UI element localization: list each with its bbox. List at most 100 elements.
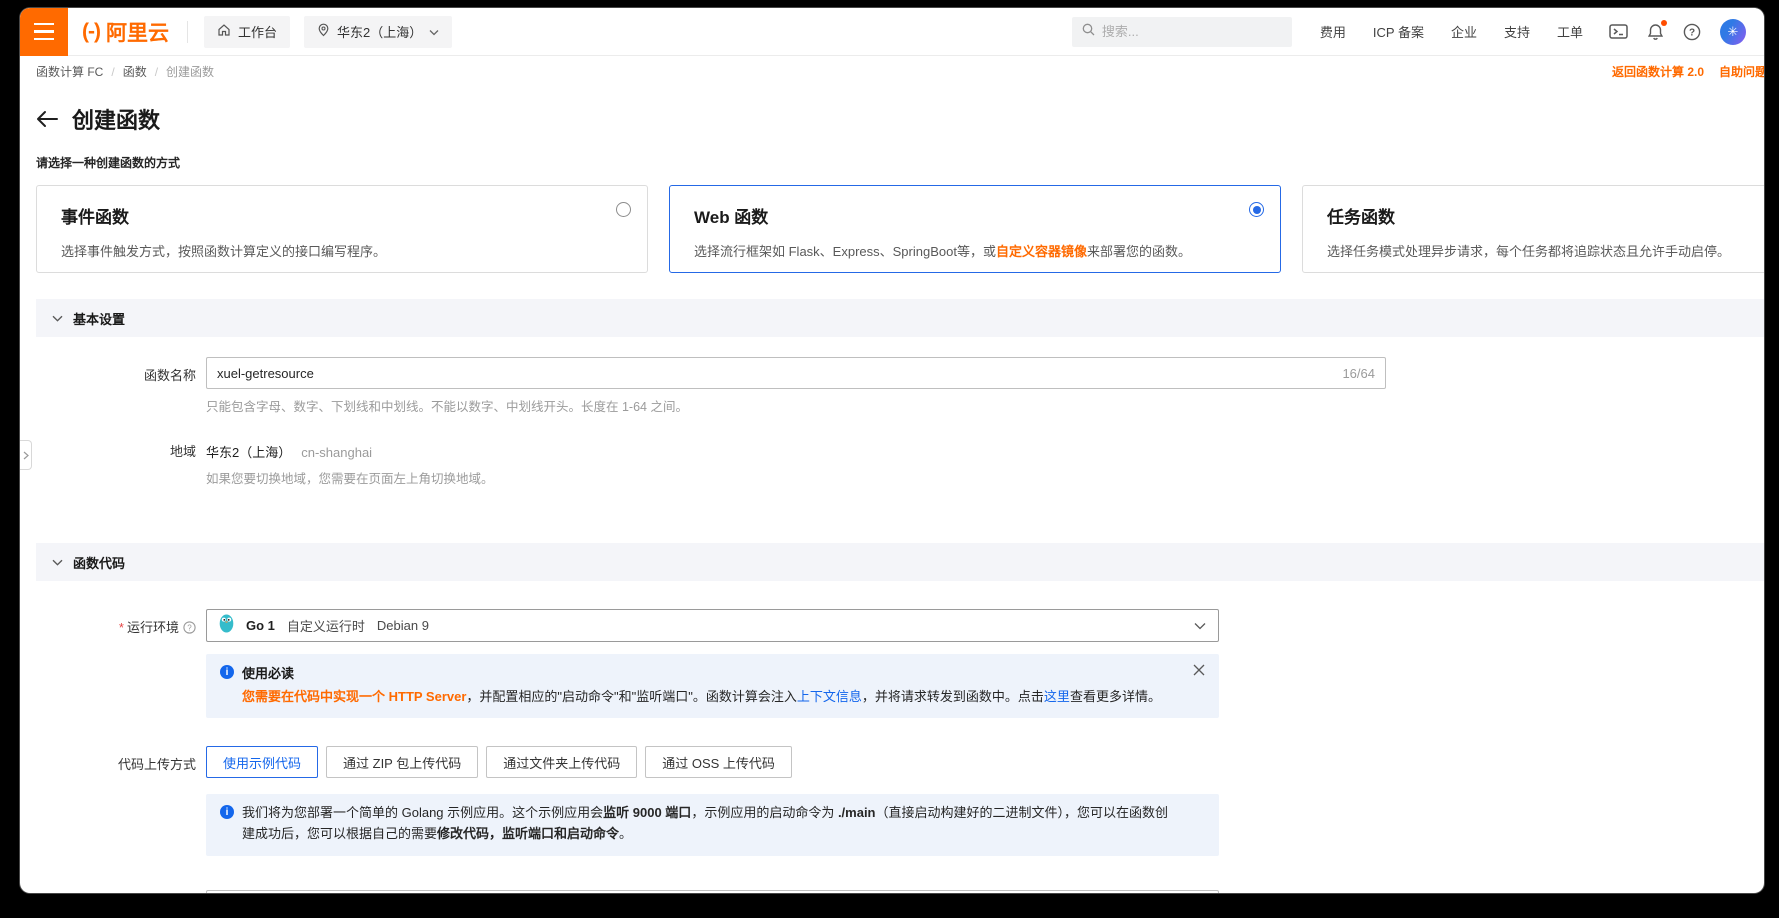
card-event-function[interactable]: 事件函数 选择事件触发方式，按照函数计算定义的接口编写程序。 (36, 185, 648, 273)
runtime-label: *运行环境? (36, 609, 206, 636)
terminal-icon[interactable] (1609, 24, 1628, 39)
region-selector[interactable]: 华东2（上海） (304, 16, 452, 48)
function-name-row: 函数名称 16/64 (36, 357, 1764, 389)
region-help: 如果您要切换地域，您需要在页面左上角切换地域。 (206, 468, 1764, 487)
home-icon (217, 23, 231, 40)
header-divider (187, 21, 188, 43)
info-icon: i (220, 805, 234, 819)
upload-folder-button[interactable]: 通过文件夹上传代码 (486, 746, 637, 778)
breadcrumb-separator: / (111, 65, 114, 79)
go-runtime-icon (219, 614, 234, 638)
upload-method-label: 代码上传方式 (36, 746, 206, 773)
startup-command-label: *启动命令? (36, 890, 206, 893)
hamburger-menu-button[interactable] (20, 8, 68, 56)
card-desc: 选择事件触发方式，按照函数计算定义的接口编写程序。 (61, 241, 631, 260)
alicloud-logo-mark: (-) (82, 20, 100, 44)
startup-command-row: *启动命令? (36, 890, 1764, 893)
chevron-down-icon (429, 24, 439, 39)
nav-icp[interactable]: ICP 备案 (1373, 22, 1424, 41)
usage-notice-banner: i 使用必读 您需要在代码中实现一个 HTTP Server，并配置相应的"启动… (206, 654, 1219, 718)
upload-oss-button[interactable]: 通过 OSS 上传代码 (645, 746, 792, 778)
alicloud-logo[interactable]: (-) 阿里云 (82, 17, 169, 47)
radio-web-function[interactable] (1249, 202, 1264, 217)
info-icon: i (220, 665, 234, 679)
breadcrumb-current: 创建函数 (166, 63, 214, 80)
runtime-row: *运行环境? Go 1 自定义运行时 Debian 9 (36, 609, 1764, 642)
notification-dot (1661, 20, 1667, 26)
nav-billing[interactable]: 费用 (1320, 22, 1346, 41)
function-name-help: 只能包含字母、数字、下划线和中划线。不能以数字、中划线开头。长度在 1-64 之… (206, 396, 1764, 415)
page-subtitle: 请选择一种创建函数的方式 (36, 154, 1764, 171)
function-name-label: 函数名称 (36, 357, 206, 384)
breadcrumb: 函数计算 FC / 函数 / 创建函数 返回函数计算 2.0 自助问题排查 (20, 56, 1764, 87)
upload-zip-button[interactable]: 通过 ZIP 包上传代码 (326, 746, 478, 778)
sidebar-expand-handle[interactable] (20, 440, 32, 470)
card-title: Web 函数 (694, 203, 1264, 228)
region-value: 华东2（上海）cn-shanghai (206, 441, 372, 461)
search-icon (1082, 23, 1095, 41)
region-row: 地域 华东2（上海）cn-shanghai (36, 441, 1764, 461)
alicloud-logo-text: 阿里云 (106, 17, 169, 47)
sample-app-text: 我们将为您部署一个简单的 Golang 示例应用。这个示例应用会监听 9000 … (242, 803, 1205, 845)
header-nav: 费用 ICP 备案 企业 支持 工单 (1320, 22, 1583, 41)
chevron-right-icon (23, 451, 29, 460)
region-label: 华东2（上海） (337, 22, 422, 41)
workbench-button[interactable]: 工作台 (204, 16, 290, 48)
char-counter: 16/64 (1342, 366, 1375, 381)
nav-support[interactable]: 支持 (1504, 22, 1530, 41)
region-code: cn-shanghai (301, 445, 372, 460)
card-task-function[interactable]: 任务函数 选择任务模式处理异步请求，每个任务都将追踪状态且允许手动启停。 (1302, 185, 1764, 273)
startup-command-field (206, 890, 1219, 893)
runtime-os: Debian 9 (377, 618, 429, 633)
card-title: 事件函数 (61, 203, 631, 228)
here-link[interactable]: 这里 (1044, 689, 1070, 704)
user-avatar[interactable] (1720, 19, 1746, 45)
search-box (1072, 17, 1292, 47)
help-circle-icon[interactable]: ? (1683, 23, 1701, 41)
breadcrumb-fc[interactable]: 函数计算 FC (36, 63, 103, 80)
notification-bell-icon[interactable] (1647, 23, 1664, 41)
function-name-input[interactable] (217, 366, 1334, 381)
context-info-link[interactable]: 上下文信息 (797, 689, 862, 704)
upload-method-buttons: 使用示例代码 通过 ZIP 包上传代码 通过文件夹上传代码 通过 OSS 上传代… (206, 746, 792, 778)
main-content: 创建函数 请选择一种创建函数的方式 事件函数 选择事件触发方式，按照函数计算定义… (20, 103, 1764, 893)
self-diagnosis-link[interactable]: 自助问题排查 (1719, 63, 1764, 80)
function-type-cards: 事件函数 选择事件触发方式，按照函数计算定义的接口编写程序。 Web 函数 选择… (36, 185, 1764, 273)
card-desc: 选择任务模式处理异步请求，每个任务都将追踪状态且允许手动启停。 (1327, 241, 1764, 260)
search-input[interactable] (1102, 24, 1282, 39)
back-button[interactable] (36, 110, 58, 128)
chevron-down-icon (1194, 617, 1206, 635)
card-desc: 选择流行框架如 Flask、Express、SpringBoot等，或自定义容器… (694, 241, 1264, 260)
http-server-link[interactable]: 您需要在代码中实现一个 HTTP Server (242, 689, 466, 704)
breadcrumb-links: 返回函数计算 2.0 自助问题排查 (1612, 56, 1764, 87)
runtime-type: 自定义运行时 (287, 616, 365, 635)
page-title: 创建函数 (72, 103, 160, 135)
notice-title: 使用必读 (242, 663, 294, 682)
sample-app-banner: i 我们将为您部署一个简单的 Golang 示例应用。这个示例应用会监听 900… (206, 794, 1219, 856)
close-icon[interactable] (1193, 664, 1205, 679)
upload-method-row: 代码上传方式 使用示例代码 通过 ZIP 包上传代码 通过文件夹上传代码 通过 … (36, 746, 1764, 778)
svg-text:?: ? (187, 623, 192, 632)
back-to-fc2-link[interactable]: 返回函数计算 2.0 (1612, 63, 1704, 80)
browser-window: (-) 阿里云 工作台 华东2（上海） 费用 ICP 备案 企业 支持 工单 (20, 8, 1764, 893)
nav-enterprise[interactable]: 企业 (1451, 22, 1477, 41)
location-pin-icon (317, 23, 330, 40)
function-name-field: 16/64 (206, 357, 1386, 389)
upload-sample-code-button[interactable]: 使用示例代码 (206, 746, 318, 778)
nav-ticket[interactable]: 工单 (1557, 22, 1583, 41)
section-basic-settings[interactable]: 基本设置 (36, 299, 1764, 337)
runtime-help-icon[interactable]: ? (183, 621, 196, 634)
card-title: 任务函数 (1327, 203, 1764, 228)
chevron-down-icon (52, 309, 63, 327)
custom-container-link[interactable]: 自定义容器镜像 (996, 244, 1087, 259)
section-function-code[interactable]: 函数代码 (36, 543, 1764, 581)
top-header: (-) 阿里云 工作台 华东2（上海） 费用 ICP 备案 企业 支持 工单 (20, 8, 1764, 56)
radio-event-function[interactable] (616, 202, 631, 217)
runtime-name: Go 1 (246, 618, 275, 633)
breadcrumb-functions[interactable]: 函数 (123, 63, 147, 80)
card-web-function[interactable]: Web 函数 选择流行框架如 Flask、Express、SpringBoot等… (669, 185, 1281, 273)
required-asterisk: * (119, 620, 124, 635)
section-title: 函数代码 (73, 553, 125, 572)
header-icons: ? (1609, 19, 1746, 45)
runtime-select[interactable]: Go 1 自定义运行时 Debian 9 (206, 609, 1219, 642)
